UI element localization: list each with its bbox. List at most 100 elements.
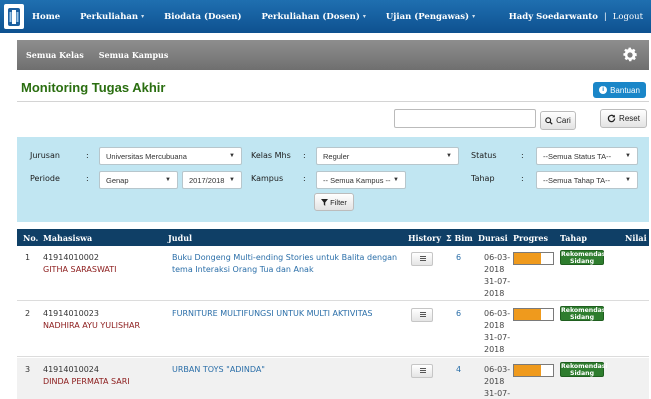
periode-label: Periode	[30, 174, 60, 183]
durasi-line-3: 31-07-	[484, 389, 511, 398]
durasi-line-1: 06-03-	[484, 309, 511, 318]
history-button[interactable]	[411, 308, 433, 322]
student-name[interactable]: DINDA PERMATA SARI	[43, 376, 130, 388]
jurusan-select[interactable]: Universitas Mercubuana ▼	[99, 147, 242, 165]
student-name[interactable]: GITHA SARASWATI	[43, 264, 117, 276]
university-logo-icon[interactable]	[4, 4, 24, 29]
sub-navbar: Semua Kelas Semua Kampus	[17, 40, 649, 70]
durasi-line-2: 2018	[484, 265, 505, 274]
th-nilai: Nilai	[625, 233, 647, 243]
durasi-line-4: 2018	[484, 345, 505, 354]
colon: :	[303, 174, 306, 183]
row-number: 1	[25, 253, 31, 262]
th-mahasiswa: Mahasiswa	[43, 233, 93, 243]
durasi-line-3: 31-07-	[484, 277, 511, 286]
tahap-badge: Rekomendasi Sidang	[560, 250, 608, 265]
chevron-down-icon: ▼	[446, 153, 452, 159]
bimbingan-count[interactable]: 6	[456, 252, 461, 264]
chevron-down-icon: ▼	[625, 177, 631, 183]
bantuan-button[interactable]: i Bantuan	[593, 82, 646, 98]
funnel-icon	[321, 198, 329, 206]
nav-perkuliahan-dosen[interactable]: Perkuliahan (Dosen) ▾	[261, 12, 365, 22]
nav-separator: |	[603, 11, 607, 22]
durasi-line-1: 06-03-	[484, 365, 511, 374]
nav-perkuliahan[interactable]: Perkuliahan ▾	[80, 12, 144, 22]
bimbingan-count[interactable]: 6	[456, 308, 461, 320]
history-button[interactable]	[411, 252, 433, 266]
gear-icon[interactable]	[621, 46, 639, 64]
th-no: No.	[23, 233, 39, 243]
status-select[interactable]: --Semua Status TA-- ▼	[536, 147, 638, 165]
nav-biodata-dosen[interactable]: Biodata (Dosen)	[164, 12, 241, 22]
th-judul: Judul	[168, 233, 193, 243]
tahun-select[interactable]: 2017/2018 ▼	[182, 171, 242, 189]
thesis-title[interactable]: FURNITURE MULTIFUNGSI UNTUK MULTI AKTIVI…	[172, 308, 373, 320]
tahap-badge: Rekomendasi Sidang	[560, 362, 608, 377]
colon: :	[521, 151, 524, 160]
progress-bar	[513, 308, 554, 321]
row-number: 3	[25, 365, 31, 374]
nav-ujian-pengawas[interactable]: Ujian (Pengawas) ▾	[386, 12, 475, 22]
kampus-select[interactable]: -- Semua Kampus -- ▼	[316, 171, 406, 189]
periode-select[interactable]: Genap ▼	[99, 171, 178, 189]
chevron-down-icon: ▼	[393, 177, 399, 183]
tahap-badge-line-2: Sidang	[569, 314, 595, 321]
durasi-line-2: 2018	[484, 321, 505, 330]
jurusan-label: Jurusan	[30, 151, 60, 160]
durasi-line-3: 31-07-	[484, 333, 511, 342]
colon: :	[303, 151, 306, 160]
list-icon	[420, 312, 426, 318]
progress-fill	[514, 253, 542, 264]
th-bim: Σ Bim	[446, 233, 473, 243]
row-number: 2	[25, 309, 31, 318]
list-icon	[420, 256, 426, 262]
semua-kelas-link[interactable]: Semua Kelas	[26, 50, 84, 60]
tahap-badge-line-2: Sidang	[569, 258, 595, 265]
tahap-badge-line-1: Rekomendasi	[561, 363, 608, 370]
tahap-select[interactable]: --Semua Tahap TA-- ▼	[536, 171, 638, 189]
user-name[interactable]: Hady Soedarwanto	[509, 12, 598, 22]
student-name[interactable]: NADHIRA AYU YULISHAR	[43, 320, 140, 332]
tahap-badge-line-2: Sidang	[569, 370, 595, 377]
nav-home[interactable]: Home	[32, 12, 60, 22]
top-navbar: Home Perkuliahan ▾ Biodata (Dosen) Perkul…	[0, 0, 651, 33]
chevron-down-icon: ▼	[229, 153, 235, 159]
colon: :	[86, 151, 89, 160]
tahap-badge-line-1: Rekomendasi	[561, 307, 608, 314]
info-icon: i	[599, 86, 608, 94]
bimbingan-count[interactable]: 4	[456, 364, 461, 376]
tahap-badge-line-1: Rekomendasi	[561, 251, 608, 258]
kelas-mhs-select[interactable]: Reguler ▼	[316, 147, 459, 165]
title-divider	[17, 101, 649, 102]
th-durasi: Durasi	[478, 233, 508, 243]
status-label: Status	[471, 151, 497, 160]
kelas-mhs-label: Kelas Mhs	[251, 151, 291, 160]
reset-button[interactable]: Reset	[600, 109, 647, 128]
tahap-label: Tahap	[471, 174, 495, 183]
semua-kampus-link[interactable]: Semua Kampus	[99, 50, 169, 60]
colon: :	[86, 174, 89, 183]
thesis-title[interactable]: Buku Dongeng Multi-ending Stories untuk …	[172, 252, 397, 264]
chevron-down-icon: ▼	[229, 177, 235, 183]
caret-down-icon: ▾	[141, 13, 145, 20]
chevron-down-icon: ▼	[165, 177, 171, 183]
refresh-icon	[607, 114, 616, 123]
kampus-label: Kampus	[251, 174, 284, 183]
search-icon	[545, 116, 553, 125]
table-row: 1 41914010002 GITHA SARASWATI Buku Donge…	[17, 246, 649, 301]
th-tahap: Tahap	[560, 233, 587, 243]
search-input[interactable]	[394, 109, 536, 128]
cari-button[interactable]: Cari	[540, 111, 576, 130]
table-row: 2 41914010023 NADHIRA AYU YULISHAR FURNI…	[17, 302, 649, 357]
thesis-title-cont[interactable]: tema Interaksi Orang Tua dan Anak	[172, 264, 314, 276]
filter-button[interactable]: Filter	[314, 193, 354, 211]
progress-fill	[514, 309, 542, 320]
history-button[interactable]	[411, 364, 433, 378]
list-icon	[420, 368, 426, 374]
thesis-title[interactable]: URBAN TOYS "ADINDA"	[172, 364, 265, 376]
durasi-line-1: 06-03-	[484, 253, 511, 262]
th-progres: Progres	[513, 233, 548, 243]
logout-link[interactable]: Logout	[613, 12, 643, 22]
student-nim: 41914010002	[43, 253, 99, 262]
caret-down-icon: ▾	[472, 13, 476, 20]
